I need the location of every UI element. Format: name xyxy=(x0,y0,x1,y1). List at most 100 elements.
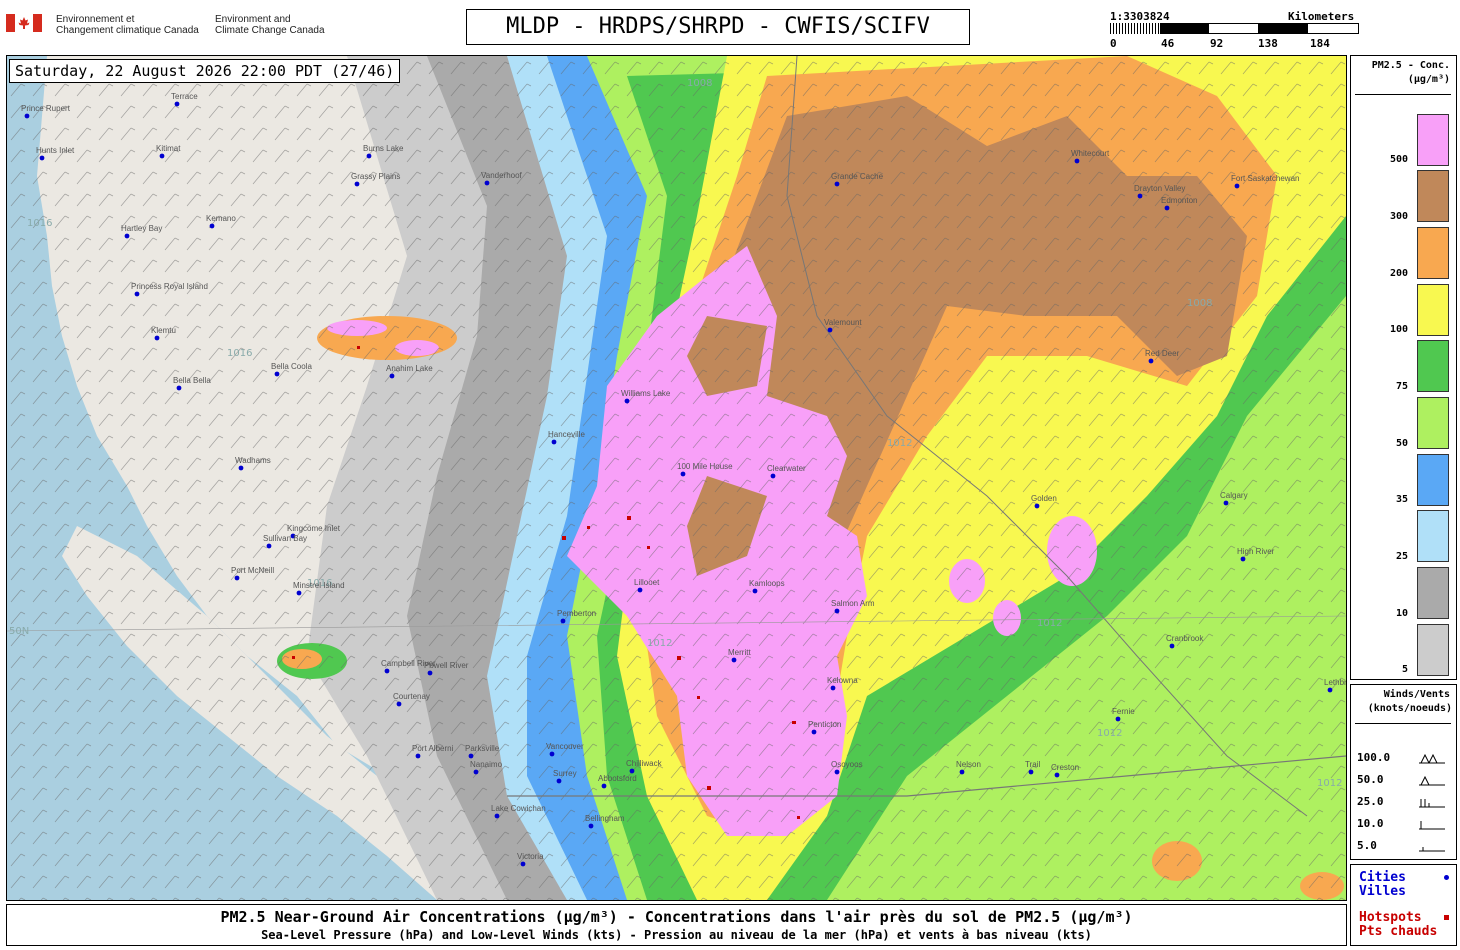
city-marker xyxy=(1240,556,1246,562)
city-marker xyxy=(834,769,840,775)
legend-level-75: 75 xyxy=(1395,381,1408,392)
city-marker xyxy=(396,701,402,707)
city-label: Vanderhoof xyxy=(481,171,523,180)
city-marker xyxy=(266,543,272,549)
legend-swatch-50 xyxy=(1417,397,1449,449)
city-marker xyxy=(1034,503,1040,509)
city-label: Fernie xyxy=(1112,707,1135,716)
city-marker xyxy=(159,153,165,159)
city-label: Bellingham xyxy=(585,814,625,823)
city-marker xyxy=(601,783,607,789)
hotspot-square-icon xyxy=(1444,915,1449,920)
city-label: Clearwater xyxy=(767,464,806,473)
city-marker xyxy=(1234,183,1240,189)
city-label: Osoyoos xyxy=(831,760,863,769)
hotspot-marker xyxy=(587,526,590,529)
city-marker xyxy=(124,233,130,239)
city-marker xyxy=(209,223,215,229)
city-label: Bella Coola xyxy=(271,362,312,371)
city-label: Sullivan Bay xyxy=(263,534,307,543)
canada-flag-icon xyxy=(6,14,42,32)
city-marker xyxy=(274,371,280,377)
legend-swatch-5 xyxy=(1417,624,1449,676)
city-label: Red Deer xyxy=(1145,349,1180,358)
city-marker xyxy=(1223,500,1229,506)
city-marker xyxy=(556,778,562,784)
city-marker xyxy=(484,180,490,186)
scale-bar xyxy=(1110,23,1359,34)
wind-legend: Winds/Vents (knots/noeuds) 100.0 50.0 25… xyxy=(1350,684,1457,860)
isobar-label: 1016 xyxy=(227,348,252,359)
city-label: Whitecourt xyxy=(1071,149,1110,158)
wind-value-25: 25.0 xyxy=(1357,795,1384,808)
city-label: Salmon Arm xyxy=(831,599,875,608)
city-marker xyxy=(389,373,395,379)
city-dot-icon xyxy=(1444,875,1449,880)
city-label: Fort Saskatchewan xyxy=(1231,174,1299,183)
city-marker xyxy=(1327,687,1333,693)
city-label: Lake Cowichan xyxy=(491,804,546,813)
hotspot-marker xyxy=(627,516,631,520)
legend-level-50: 50 xyxy=(1395,438,1408,449)
city-label: Kingcome Inlet xyxy=(287,524,341,533)
legend-level-500: 500 xyxy=(1389,154,1408,165)
gov-name-en: Environment and Climate Change Canada xyxy=(215,14,325,36)
wind-value-5: 5.0 xyxy=(1357,839,1377,852)
city-label: Princess Royal Island xyxy=(131,282,208,291)
city-label: Kamloops xyxy=(749,579,785,588)
city-label: Hunts Inlet xyxy=(36,146,75,155)
city-marker xyxy=(1164,205,1170,211)
city-marker xyxy=(234,575,240,581)
city-marker xyxy=(629,768,635,774)
legend-swatch-35 xyxy=(1417,454,1449,506)
gov-name-fr: Environnement et Changement climatique C… xyxy=(56,14,199,36)
city-label: Surrey xyxy=(553,769,577,778)
wind-value-10: 10.0 xyxy=(1357,817,1384,830)
legend-unit: (µg/m³) xyxy=(1407,74,1450,85)
city-marker xyxy=(468,753,474,759)
city-label: Burns Lake xyxy=(363,144,404,153)
city-marker xyxy=(752,588,758,594)
city-label: Bella Bella xyxy=(173,376,211,385)
city-marker xyxy=(1054,772,1060,778)
city-label: Courtenay xyxy=(393,692,430,701)
city-label: Grande Cache xyxy=(831,172,884,181)
hotspots-label-fr: Pts chauds xyxy=(1359,924,1438,939)
city-label: 100 Mile House xyxy=(677,462,733,471)
footer-caption: PM2.5 Near-Ground Air Concentrations (µg… xyxy=(6,904,1347,946)
city-label: Cranbrook xyxy=(1166,634,1204,643)
cities-legend: Cities Villes xyxy=(1359,871,1406,899)
legend-swatch-10 xyxy=(1417,567,1449,619)
city-label: Nelson xyxy=(956,760,981,769)
city-marker xyxy=(1169,643,1175,649)
isobar-label: 1012 xyxy=(647,638,672,649)
city-marker xyxy=(624,398,630,404)
wind-barbs-field xyxy=(7,56,1346,900)
isobar-label: 1008 xyxy=(687,78,712,89)
city-marker xyxy=(366,153,372,159)
legend-level-5: 5 xyxy=(1401,664,1408,675)
concentration-map[interactable]: 50N 1016 1016 1016 1012 1012 1012 1008 1… xyxy=(6,55,1347,901)
gov-fr-line1: Environnement et xyxy=(56,14,135,25)
wind-legend-divider xyxy=(1355,723,1451,724)
legend-level-300: 300 xyxy=(1389,211,1408,222)
city-label: Lillooet xyxy=(634,578,660,587)
city-label: Golden xyxy=(1031,494,1057,503)
wind-legend-unit: (knots/noeuds) xyxy=(1367,703,1452,714)
city-label: Edmonton xyxy=(1161,196,1197,205)
cities-label-fr: Villes xyxy=(1359,884,1406,899)
city-marker xyxy=(834,608,840,614)
legend-swatch-75 xyxy=(1417,340,1449,392)
map-canvas[interactable]: 50N 1016 1016 1016 1012 1012 1012 1008 1… xyxy=(7,56,1346,900)
city-label: Kelowna xyxy=(827,676,858,685)
city-label: Minstrel Island xyxy=(293,581,345,590)
city-label: Anahim Lake xyxy=(386,364,433,373)
scale-ratio: 1:3303824 xyxy=(1110,10,1170,23)
city-label: Hanceville xyxy=(548,430,585,439)
city-label: Kitimat xyxy=(156,144,181,153)
city-marker xyxy=(174,101,180,107)
city-label: Victoria xyxy=(517,852,544,861)
wind-barb-10-icon xyxy=(1419,821,1445,830)
city-label: Abbotsford xyxy=(598,774,637,783)
legend-swatch-300 xyxy=(1417,170,1449,222)
